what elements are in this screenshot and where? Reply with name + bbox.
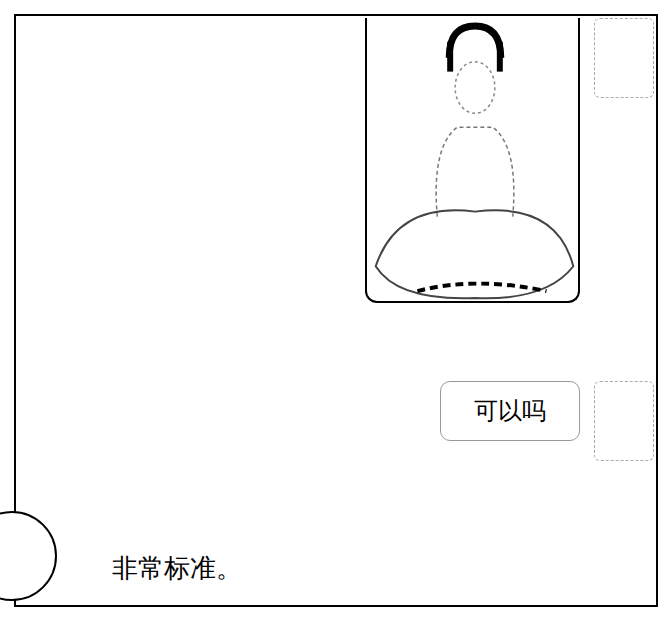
chat-window: 可以吗非常标准。	[14, 14, 658, 607]
message-row	[16, 18, 656, 303]
message-bubble: 可以吗	[440, 381, 580, 441]
avatar-icon[interactable]	[0, 511, 57, 601]
photo-message[interactable]	[365, 18, 580, 303]
message-text: 非常标准。	[112, 553, 242, 583]
message-row: 非常标准。	[16, 511, 656, 601]
chat-screen: 可以吗非常标准。	[0, 0, 672, 623]
avatar-icon[interactable]	[594, 18, 654, 98]
avatar-icon[interactable]	[594, 381, 654, 461]
message-row: 可以吗	[16, 381, 656, 461]
person-sitting-icon	[367, 18, 580, 301]
